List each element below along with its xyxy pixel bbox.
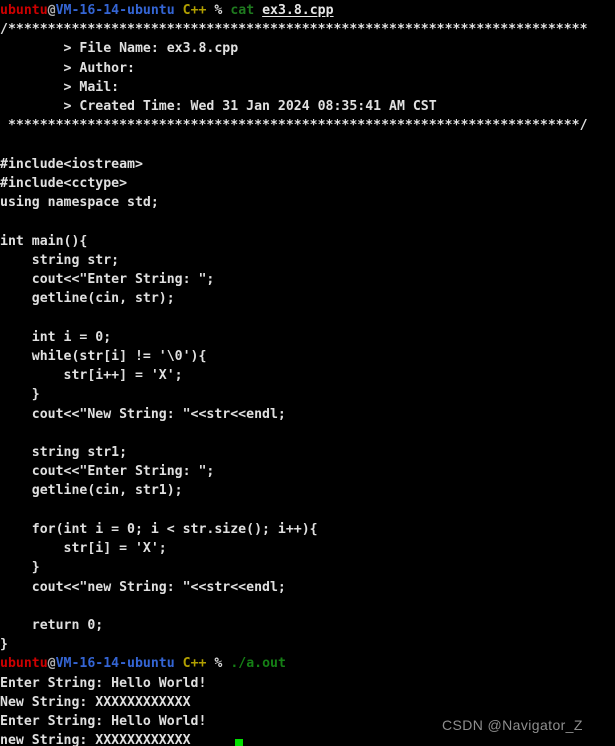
code-line: getline(cin, str1); [0, 483, 183, 499]
code-line: cout<<"Enter String: "; [0, 272, 215, 288]
code-line: string str; [0, 252, 120, 268]
comment-open-line: /***************************************… [0, 22, 588, 38]
code-line: cout<<"new String: "<<str<<endl; [0, 579, 286, 595]
code-line: int main(){ [0, 233, 88, 249]
output-line: New String: XXXXXXXXXXXX [0, 694, 191, 710]
comment-row-created-time: > Created Time: Wed 31 Jan 2024 08:35:41… [0, 99, 437, 115]
terminal-window[interactable]: ubuntu@VM-16-14-ubuntu C++ % cat ex3.8.c… [0, 0, 615, 746]
command-cat: cat [230, 3, 255, 18]
comment-row-author: > Author: [0, 60, 143, 76]
code-line: #include<cctype> [0, 175, 128, 191]
prompt-at-symbol: @ [47, 656, 56, 672]
code-line: cout<<"New String: "<<str<<endl; [0, 406, 286, 422]
command-run-binary[interactable]: ./a.out [230, 656, 286, 671]
comment-row-mail: > Mail: [0, 79, 128, 95]
prompt-lang-tag: C++ [182, 656, 207, 672]
code-line: getline(cin, str); [0, 291, 175, 307]
prompt-hostname: VM-16-14-ubuntu [55, 3, 175, 18]
prompt-user: ubuntu [0, 3, 48, 18]
prompt-lang-tag: C++ [182, 3, 207, 18]
comment-row-file-name: > File Name: ex3.8.cpp [0, 41, 239, 57]
prompt-line-run: ubuntu@VM-16-14-ubuntu C++ % ./a.out [0, 654, 615, 673]
code-line: } [0, 637, 8, 653]
code-line: cout<<"Enter String: "; [0, 464, 215, 480]
terminal-screen: ubuntu@VM-16-14-ubuntu C++ % cat ex3.8.c… [0, 1, 615, 746]
code-line: for(int i = 0; i < str.size(); i++){ [0, 521, 318, 537]
code-line: str[i] = 'X'; [0, 541, 167, 557]
prompt-space-1 [175, 656, 183, 671]
prompt-space-4 [254, 3, 262, 18]
code-line: } [0, 560, 40, 576]
prompt-space-1 [175, 3, 183, 18]
prompt-user: ubuntu [0, 656, 48, 672]
prompt-line-cat: ubuntu@VM-16-14-ubuntu C++ % cat ex3.8.c… [0, 1, 615, 20]
terminal-cursor [235, 739, 243, 746]
code-line: return 0; [0, 618, 104, 633]
code-line: int i = 0; [0, 329, 112, 345]
code-line: #include<iostream> [0, 156, 143, 172]
command-argument-filename[interactable]: ex3.8.cpp [262, 3, 333, 18]
csdn-watermark: CSDN @Navigator_Z [442, 717, 583, 733]
code-line: } [0, 387, 40, 403]
comment-close-line: ****************************************… [0, 118, 588, 134]
output-line: Enter String: Hello World! [0, 675, 207, 691]
code-line: using namespace std; [0, 195, 159, 211]
code-line: string str1; [0, 445, 128, 461]
code-line: str[i++] = 'X'; [0, 368, 183, 384]
prompt-hostname: VM-16-14-ubuntu [55, 656, 175, 672]
prompt-at-symbol: @ [47, 3, 56, 18]
code-line: while(str[i] != '\0'){ [0, 348, 207, 364]
